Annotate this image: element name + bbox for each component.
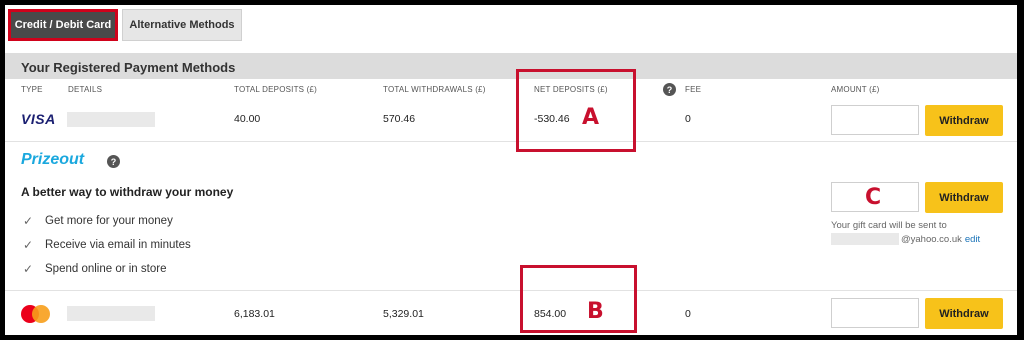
annotation-label-b: B [587, 299, 604, 324]
gift-card-email: @yahoo.co.uk edit [831, 233, 980, 245]
benefit-label: Receive via email in minutes [45, 239, 191, 251]
check-icon: ✓ [23, 262, 34, 276]
total-withdrawals-value: 570.46 [383, 113, 416, 125]
check-icon: ✓ [23, 214, 34, 228]
tab-credit-debit-card[interactable]: Credit / Debit Card [8, 9, 118, 41]
total-deposits-value: 40.00 [234, 113, 261, 125]
email-domain: @yahoo.co.uk [901, 233, 962, 245]
column-header-amount: AMOUNT (£) [831, 85, 880, 94]
card-details-masked [67, 306, 155, 321]
fee-value: 0 [685, 308, 691, 320]
payment-tabs: Credit / Debit Card Alternative Methods [5, 5, 1017, 43]
prizeout-withdraw-button[interactable]: Withdraw [925, 182, 1003, 213]
row-divider [5, 290, 1017, 291]
prizeout-help-icon[interactable]: ? [107, 155, 120, 168]
column-header-total-withdrawals: TOTAL WITHDRAWALS (£) [383, 85, 486, 94]
prizeout-logo: Prizeout [21, 151, 85, 168]
annotation-label-a: A [582, 105, 600, 130]
card-details-masked [67, 112, 155, 127]
total-withdrawals-value: 5,329.01 [383, 308, 424, 320]
check-icon: ✓ [23, 238, 34, 252]
column-header-total-deposits: TOTAL DEPOSITS (£) [234, 85, 318, 94]
total-deposits-value: 6,183.01 [234, 308, 275, 320]
column-header-type: TYPE [21, 85, 43, 94]
benefit-label: Get more for your money [45, 215, 173, 227]
benefit-item: ✓ Spend online or in store [23, 262, 166, 276]
edit-email-link[interactable]: edit [965, 234, 980, 245]
withdraw-button[interactable]: Withdraw [925, 298, 1003, 329]
email-masked [831, 233, 899, 245]
annotation-box-b [520, 265, 637, 333]
annotation-box-a [516, 69, 636, 152]
tab-alternative-methods[interactable]: Alternative Methods [122, 9, 242, 41]
annotation-label-c: C [865, 185, 882, 210]
mastercard-orange-circle [32, 305, 50, 323]
column-header-details: DETAILS [68, 85, 103, 94]
amount-input[interactable] [831, 298, 919, 328]
row-divider [5, 141, 1017, 142]
benefit-item: ✓ Get more for your money [23, 214, 173, 228]
amount-input[interactable] [831, 105, 919, 135]
gift-card-note: Your gift card will be sent to [831, 220, 947, 231]
fee-value: 0 [685, 113, 691, 125]
prizeout-title: A better way to withdraw your money [21, 185, 234, 199]
payment-methods-panel: Credit / Debit Card Alternative Methods … [5, 5, 1017, 335]
benefit-item: ✓ Receive via email in minutes [23, 238, 191, 252]
section-title: Your Registered Payment Methods [5, 53, 1017, 79]
mastercard-logo [21, 305, 55, 323]
help-icon[interactable]: ? [663, 83, 676, 96]
benefit-label: Spend online or in store [45, 263, 167, 275]
withdraw-button[interactable]: Withdraw [925, 105, 1003, 136]
column-header-fee: FEE [685, 85, 702, 94]
visa-logo: VISA [21, 111, 56, 127]
